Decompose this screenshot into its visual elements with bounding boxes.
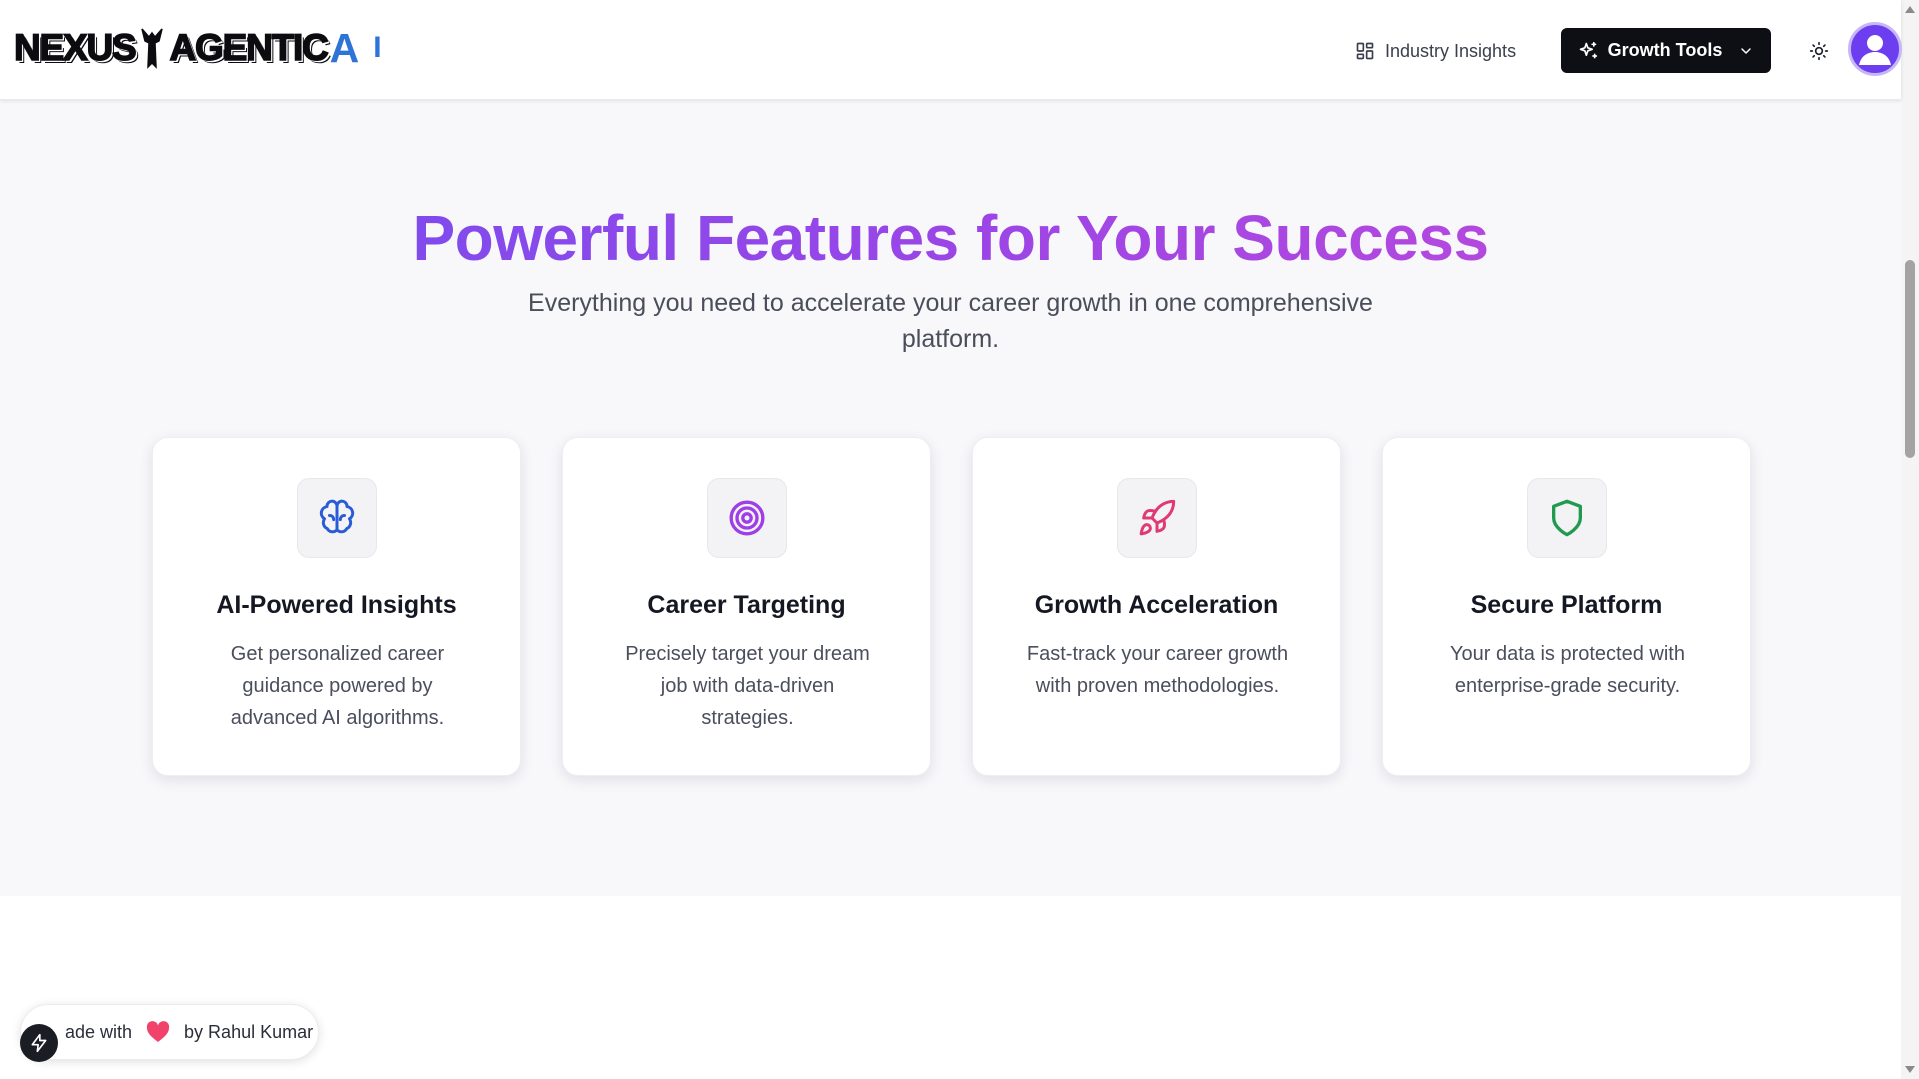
feature-card-description: Get personalized career guidance powered… [230, 643, 445, 729]
lightning-bolt-icon [31, 1033, 47, 1053]
feature-card-secure-platform: Secure Platform Your data is protected w… [1382, 437, 1751, 776]
made-with-text: ade with by Rahul Kumar [65, 1021, 313, 1043]
features-subtitle: Everything you need to accelerate your c… [528, 289, 1373, 353]
feature-card-career-targeting: Career Targeting Precisely target your d… [562, 437, 931, 776]
user-avatar[interactable] [1848, 22, 1902, 76]
feature-card-title: Secure Platform [1470, 591, 1663, 619]
logo-text-ai: A [329, 24, 362, 71]
chevron-down-icon [1741, 47, 1752, 54]
rocket-icon [1139, 499, 1176, 536]
feature-icon-box [707, 478, 787, 558]
brain-icon [319, 499, 355, 534]
top-navbar: NEXUS AGENTIC A I Industry Insights Grow… [0, 0, 1902, 100]
feature-card-description: Your data is protected with enterprise-g… [1450, 643, 1685, 697]
growth-tools-dropdown-button[interactable]: Growth Tools [1561, 28, 1771, 73]
feature-card-growth-acceleration: Growth Acceleration Fast-track your care… [972, 437, 1341, 776]
logo-text-i: I [373, 31, 384, 64]
author-label: by Rahul Kumar [184, 1021, 314, 1042]
shield-icon [1552, 499, 1582, 537]
scroll-thumb[interactable] [1905, 260, 1915, 458]
brand-logo[interactable]: NEXUS AGENTIC A I [13, 22, 384, 74]
logo-text-agentic: AGENTIC [169, 26, 330, 69]
scroll-down-arrow-icon[interactable] [1905, 1066, 1915, 1073]
quick-action-button[interactable] [20, 1024, 58, 1062]
feature-card-title: AI-Powered Insights [216, 591, 457, 619]
features-title: Powerful Features for Your Success [0, 203, 1901, 273]
feature-card-description: Precisely target your dream job with dat… [625, 643, 870, 729]
dashboard-grid-icon [1356, 42, 1374, 60]
sparkles-icon [1579, 41, 1597, 59]
feature-icon-box [297, 478, 377, 558]
target-icon [729, 500, 765, 536]
page-scrollbar[interactable] [1901, 0, 1919, 1079]
growth-tools-label: Growth Tools [1607, 40, 1723, 60]
theme-toggle-button[interactable] [1806, 38, 1832, 64]
feature-icon-box [1117, 478, 1197, 558]
logo-figure-icon [141, 28, 164, 69]
heart-icon [146, 1021, 170, 1042]
nav-industry-insights-label: Industry Insights [1385, 40, 1517, 61]
feature-card-description: Fast-track your career growth with prove… [1026, 643, 1289, 697]
logo-text-nexus: NEXUS [13, 26, 137, 69]
scroll-up-arrow-icon[interactable] [1905, 6, 1915, 13]
feature-card-title: Growth Acceleration [1034, 591, 1279, 619]
made-with-label: ade with [65, 1021, 133, 1042]
feature-card-title: Career Targeting [647, 591, 846, 619]
nav-industry-insights[interactable]: Industry Insights [1355, 36, 1516, 66]
made-with-badge[interactable]: ade with by Rahul Kumar [20, 1004, 319, 1060]
user-icon [1859, 35, 1891, 65]
feature-icon-box [1527, 478, 1607, 558]
feature-card-ai-insights: AI-Powered Insights Get personalized car… [152, 437, 521, 776]
sun-icon [1809, 41, 1829, 61]
